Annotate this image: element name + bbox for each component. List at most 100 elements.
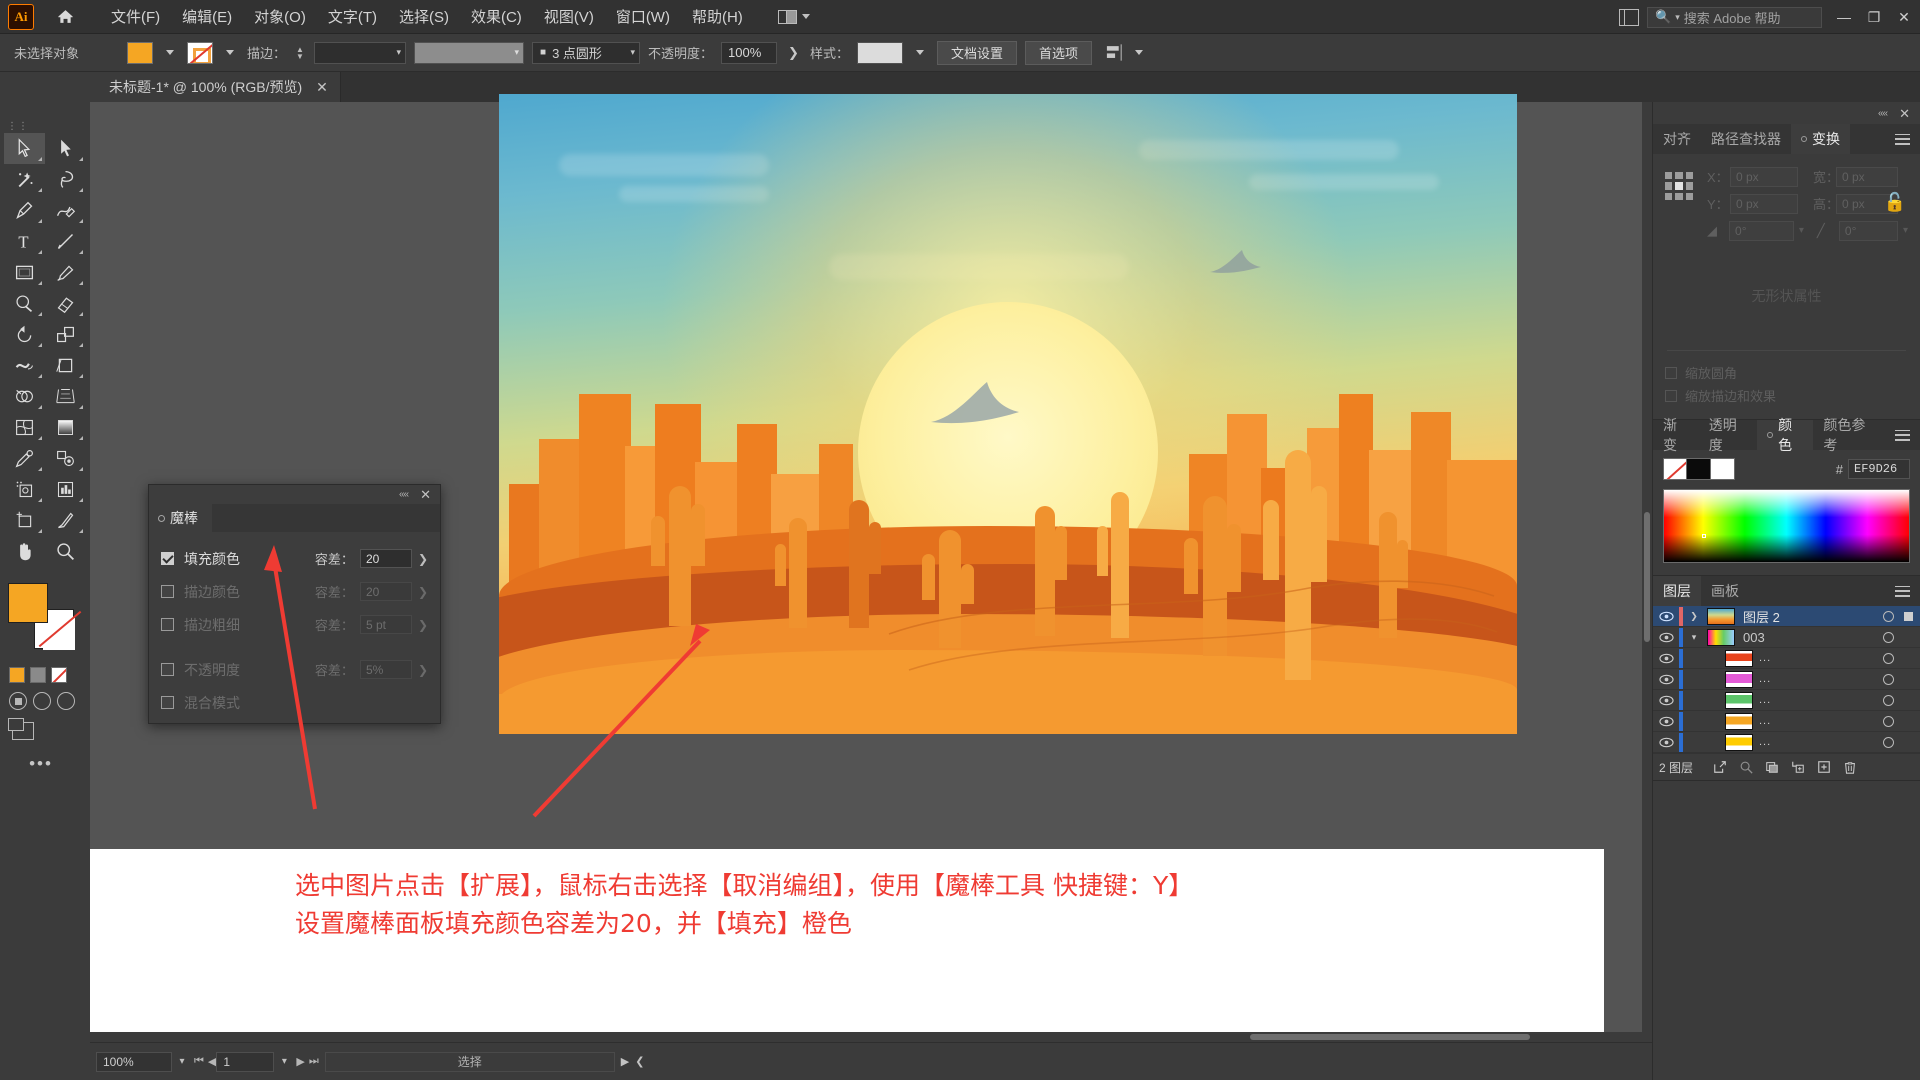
zoom-tool[interactable] xyxy=(45,536,86,567)
chevron-down-icon[interactable] xyxy=(166,50,174,55)
layer-row-0[interactable]: ❯ 图层 2 xyxy=(1653,606,1920,627)
make-clipping-mask-icon[interactable] xyxy=(1759,757,1785,777)
y-input[interactable]: 0 px xyxy=(1730,193,1798,214)
layer-name-1[interactable]: 003 xyxy=(1743,630,1765,645)
status-resize-icon[interactable]: ❮ xyxy=(635,1055,644,1068)
constrain-proportions-icon[interactable]: 🔓 xyxy=(1884,192,1906,213)
stroke-weight-stepper[interactable]: ▲ ▼ xyxy=(294,42,306,64)
tolerance-slider-icon-stroke-color[interactable]: ❯ xyxy=(418,585,428,599)
width-input[interactable]: 0 px xyxy=(1836,166,1898,187)
tab-color[interactable]: 颜色 xyxy=(1757,417,1814,453)
checkbox-stroke-color[interactable] xyxy=(161,585,174,598)
selection-tool[interactable] xyxy=(4,133,45,164)
menu-edit[interactable]: 编辑(E) xyxy=(171,2,243,31)
layer-row-4[interactable]: ... xyxy=(1653,690,1920,711)
find-icon[interactable] xyxy=(1733,757,1759,777)
screen-mode-button[interactable] xyxy=(0,718,90,740)
row-stroke-color[interactable]: 描边颜色 容差： 20 ❯ xyxy=(161,575,428,608)
layer-name-0[interactable]: 图层 2 xyxy=(1743,607,1780,626)
menu-file[interactable]: 文件(F) xyxy=(100,2,171,31)
free-transform-tool[interactable] xyxy=(45,350,86,381)
chevron-down-icon[interactable] xyxy=(915,50,924,55)
toolbar-fill-swatch[interactable] xyxy=(8,583,48,623)
gradient-swatch-icon[interactable] xyxy=(30,667,46,683)
reference-point-selector[interactable] xyxy=(1665,172,1693,200)
scale-corners-row[interactable]: 缩放圆角 xyxy=(1665,361,1908,384)
target-indicator[interactable] xyxy=(1883,715,1894,727)
close-button[interactable]: ✕ xyxy=(1896,9,1912,25)
blend-tool[interactable] xyxy=(45,443,86,474)
close-icon[interactable]: ✕ xyxy=(316,80,328,94)
color-spectrum[interactable] xyxy=(1663,489,1910,563)
direct-selection-tool[interactable] xyxy=(45,133,86,164)
target-indicator[interactable] xyxy=(1883,694,1894,706)
document-setup-button[interactable]: 文档设置 xyxy=(936,40,1017,65)
normal-draw-mode-icon[interactable] xyxy=(9,692,27,710)
eraser-tool[interactable] xyxy=(45,288,86,319)
tab-color-guide[interactable]: 颜色参考 xyxy=(1813,417,1885,453)
tab-transform[interactable]: 变换 xyxy=(1791,124,1850,154)
checkbox-blending-mode[interactable] xyxy=(161,696,174,709)
target-indicator[interactable] xyxy=(1883,736,1894,748)
none-swatch-icon[interactable] xyxy=(1663,458,1687,480)
next-artboard-icon[interactable]: ▶ xyxy=(296,1055,304,1068)
tab-pathfinder[interactable]: 路径查找器 xyxy=(1701,124,1791,154)
draw-behind-mode-icon[interactable] xyxy=(33,692,51,710)
layer-name-4[interactable]: ... xyxy=(1759,694,1771,706)
draw-inside-mode-icon[interactable] xyxy=(57,692,75,710)
shape-builder-tool[interactable] xyxy=(4,381,45,412)
gradient-tool[interactable] xyxy=(45,412,86,443)
close-icon[interactable]: ✕ xyxy=(420,488,431,501)
none-swatch-icon[interactable] xyxy=(51,667,67,683)
tab-align[interactable]: 对齐 xyxy=(1653,124,1701,154)
curvature-tool[interactable] xyxy=(45,195,86,226)
perspective-grid-tool[interactable] xyxy=(45,381,86,412)
checkbox-scale-strokes[interactable] xyxy=(1665,389,1677,402)
checkbox-stroke-weight[interactable] xyxy=(161,618,174,631)
first-artboard-icon[interactable]: ⏮ xyxy=(194,1055,204,1068)
row-opacity[interactable]: 不透明度 容差： 5% ❯ xyxy=(161,653,428,686)
chevron-down-icon[interactable]: ▾ xyxy=(1683,632,1705,643)
tab-gradient[interactable]: 渐变 xyxy=(1653,417,1699,453)
layer-name-6[interactable]: ... xyxy=(1759,736,1771,748)
collapse-icon[interactable]: «« xyxy=(399,489,409,500)
column-graph-tool[interactable] xyxy=(45,474,86,505)
hex-input[interactable]: EF9D26 xyxy=(1848,459,1910,479)
chevron-down-icon[interactable]: ▾ xyxy=(1903,225,1908,236)
restore-button[interactable]: ❐ xyxy=(1866,9,1882,25)
chevron-down-icon[interactable] xyxy=(226,50,234,55)
eye-icon[interactable] xyxy=(1653,695,1679,706)
tolerance-input-opacity[interactable]: 5% xyxy=(359,660,412,679)
target-indicator[interactable] xyxy=(1883,631,1894,643)
transform-panel-menu-button[interactable] xyxy=(1885,124,1920,154)
scale-tool[interactable] xyxy=(45,319,86,350)
type-tool[interactable]: T xyxy=(4,226,45,257)
delete-layer-icon[interactable] xyxy=(1837,757,1863,777)
status-menu-icon[interactable]: ▶ xyxy=(621,1055,629,1068)
target-indicator[interactable] xyxy=(1883,673,1894,685)
artboard[interactable] xyxy=(499,94,1517,734)
align-icon[interactable] xyxy=(1106,44,1126,61)
x-input[interactable]: 0 px xyxy=(1730,166,1798,187)
opacity-options-icon[interactable]: ❯ xyxy=(788,45,799,61)
menu-object[interactable]: 对象(O) xyxy=(243,2,317,31)
eye-icon[interactable] xyxy=(1653,653,1679,664)
minimize-button[interactable]: — xyxy=(1836,9,1852,25)
document-tab[interactable]: 未标题-1* @ 100% (RGB/预览) ✕ xyxy=(95,72,341,102)
layer-row-3[interactable]: ... xyxy=(1653,669,1920,690)
eye-icon[interactable] xyxy=(1653,716,1679,727)
brush-definition-select[interactable]: ■ 3 点圆形 ▾ xyxy=(532,41,641,64)
graphic-style-swatch[interactable] xyxy=(856,41,903,64)
search-adobe-help[interactable]: 🔍 ▾ 搜索 Adobe 帮助 xyxy=(1647,6,1822,28)
hand-tool[interactable] xyxy=(4,536,45,567)
paintbrush-tool[interactable] xyxy=(45,257,86,288)
zoom-level-input[interactable]: 100% xyxy=(96,1051,172,1072)
home-icon[interactable] xyxy=(52,4,78,30)
opacity-input[interactable]: 100% xyxy=(721,41,778,64)
close-icon[interactable]: ✕ xyxy=(1899,107,1910,120)
menu-type[interactable]: 文字(T) xyxy=(317,2,388,31)
tab-artboards[interactable]: 画板 xyxy=(1701,576,1749,606)
last-artboard-icon[interactable]: ⏭ xyxy=(309,1055,319,1068)
eye-icon[interactable] xyxy=(1653,674,1679,685)
prev-artboard-icon[interactable]: ◀ xyxy=(208,1055,216,1068)
